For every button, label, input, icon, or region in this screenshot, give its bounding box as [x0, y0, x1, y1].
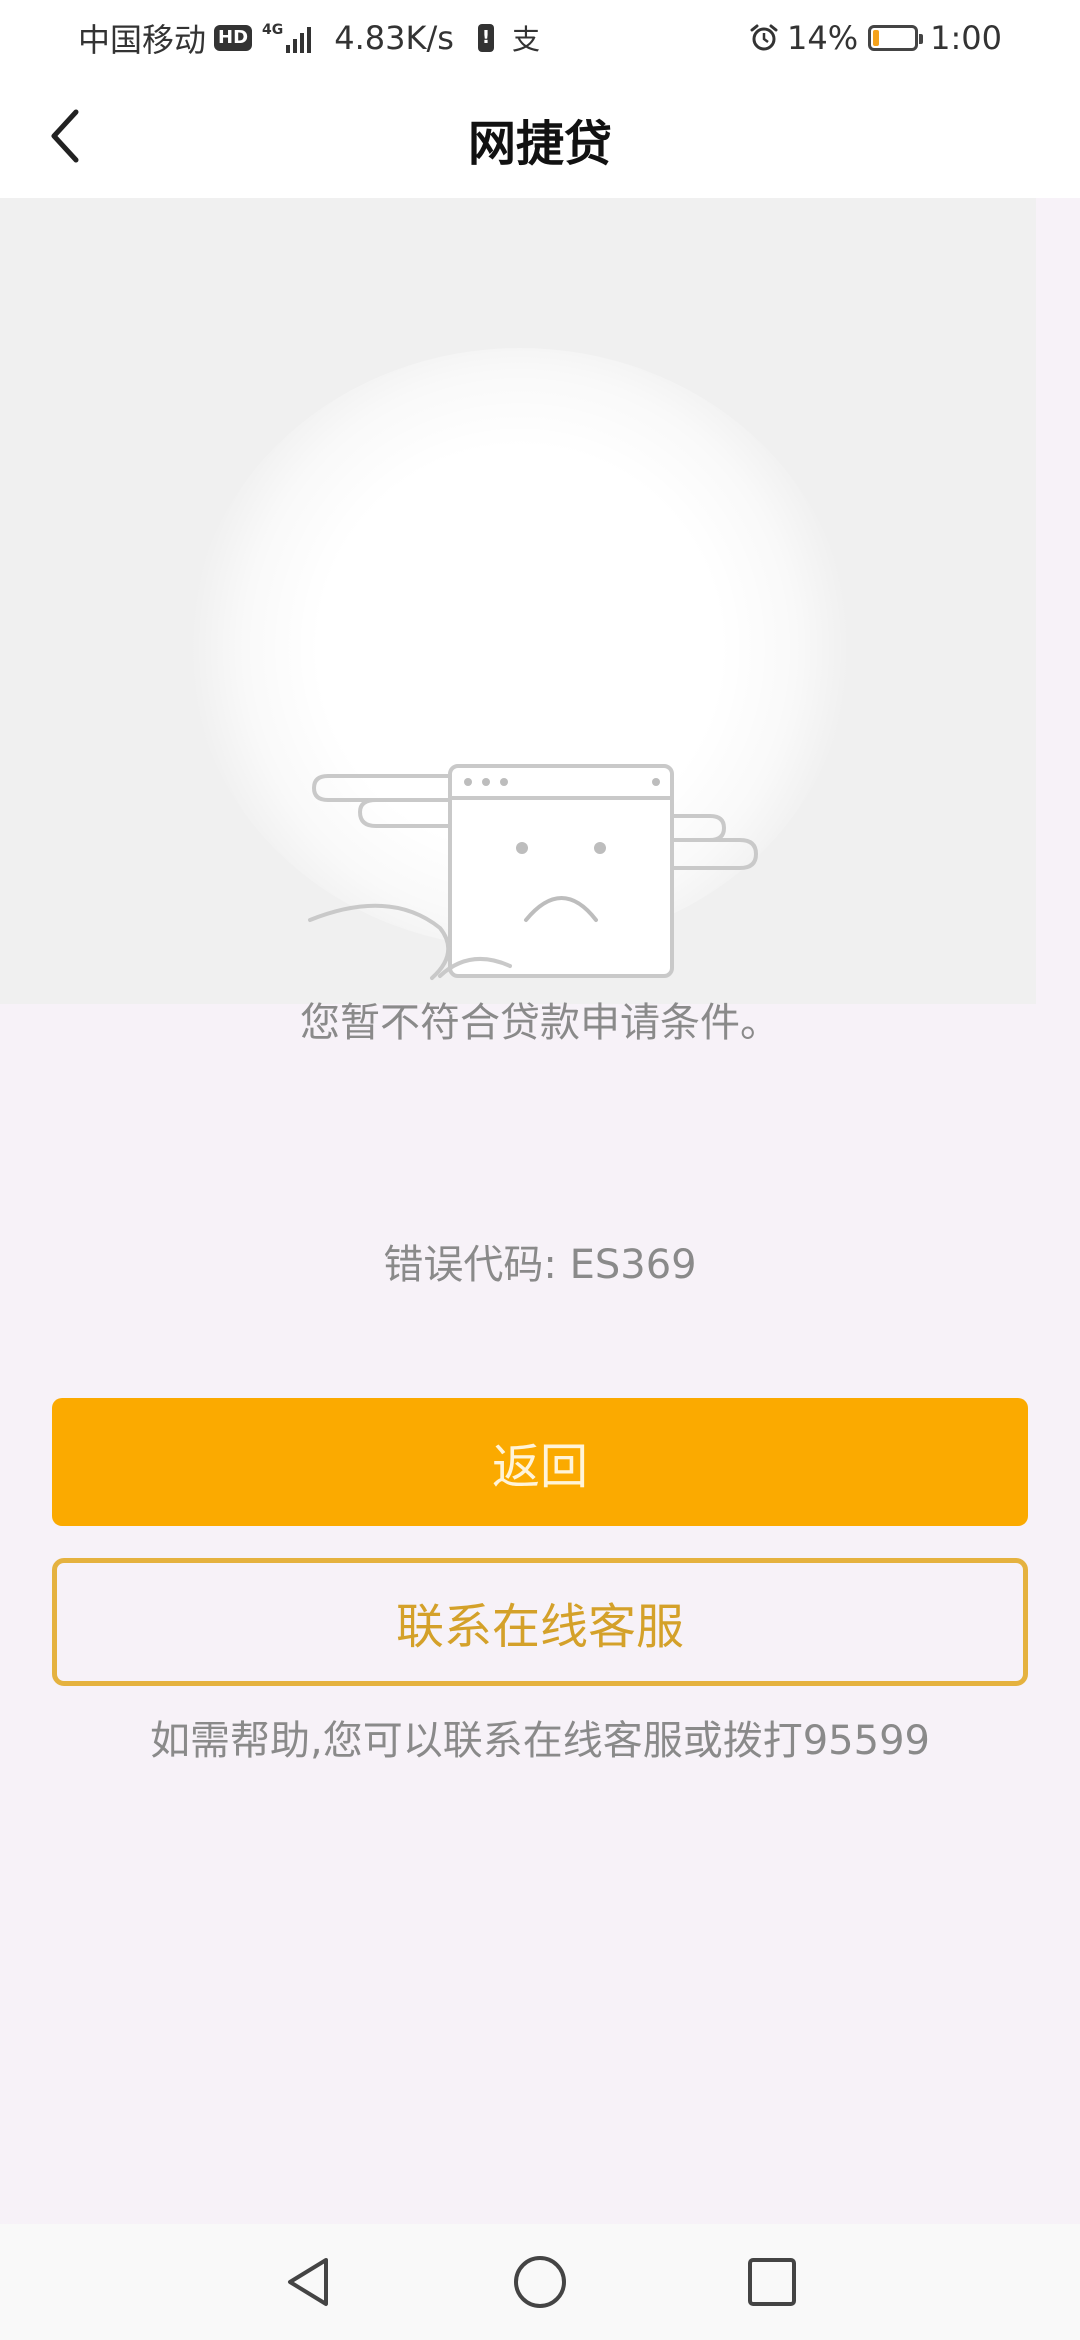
- carrier-name: 中国移动: [78, 21, 207, 59]
- battery-percent: 14%: [787, 19, 859, 57]
- network-speed: 4.83K/s: [334, 19, 454, 57]
- sad-window-icon: [308, 764, 758, 980]
- error-code: 错误代码: ES369: [383, 1242, 697, 1288]
- square-recents-icon: [748, 2258, 796, 2306]
- triangle-back-icon: [288, 2258, 328, 2306]
- page-title: 网捷贷: [467, 116, 612, 172]
- status-left: 中国移动 HD 4G 4.83K/s ! 支: [78, 12, 540, 64]
- error-illustration: [0, 198, 1036, 1004]
- alipay-icon: 支: [511, 23, 540, 56]
- system-home-button[interactable]: [510, 2252, 570, 2312]
- status-right: 14% 1:00: [749, 12, 1002, 64]
- warning-icon: !: [477, 24, 494, 52]
- system-back-button[interactable]: [278, 2252, 338, 2312]
- network-type: 4G: [262, 22, 284, 38]
- alarm-icon: [750, 24, 778, 51]
- contact-online-service-button[interactable]: 联系在线客服: [52, 1558, 1028, 1686]
- help-text: 如需帮助,您可以联系在线客服或拨打95599: [150, 1718, 930, 1764]
- signal-icon: 4G: [262, 23, 314, 53]
- clock: 1:00: [930, 19, 1002, 57]
- system-navigation-bar: [0, 2224, 1080, 2340]
- nav-bar: 网捷贷: [0, 76, 1080, 198]
- battery-icon: [868, 25, 924, 51]
- system-recents-button[interactable]: [742, 2252, 802, 2312]
- status-bar: 中国移动 HD 4G 4.83K/s ! 支 14% 1:00: [0, 0, 1080, 76]
- return-button[interactable]: 返回: [52, 1398, 1028, 1526]
- ineligible-message: 您暂不符合贷款申请条件。: [300, 1000, 780, 1046]
- battery-fill: [873, 30, 880, 46]
- circle-home-icon: [514, 2256, 566, 2308]
- hd-badge: HD: [214, 25, 253, 51]
